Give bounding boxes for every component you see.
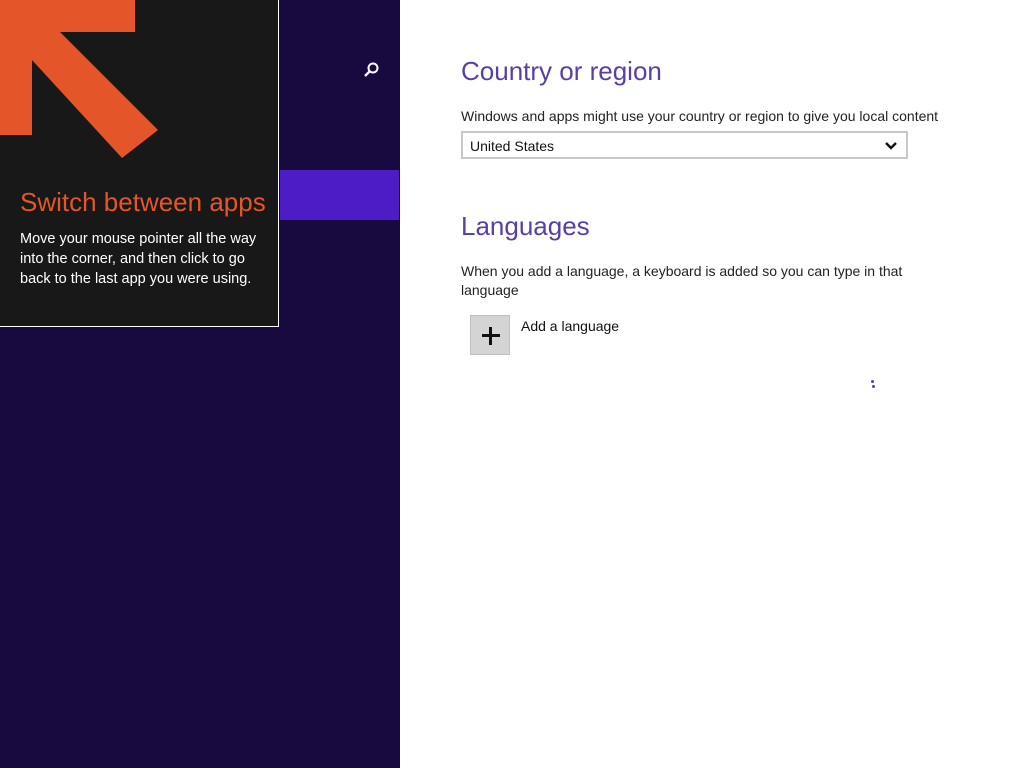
corner-arrow-icon bbox=[0, 0, 158, 158]
loading-spinner bbox=[870, 378, 876, 392]
languages-description: When you add a language, a keyboard is a… bbox=[461, 263, 903, 298]
country-region-dropdown[interactable]: United States bbox=[461, 131, 908, 159]
add-language-label[interactable]: Add a language bbox=[521, 318, 619, 334]
switch-apps-tip: Switch between apps Move your mouse poin… bbox=[0, 0, 279, 327]
chevron-down-icon bbox=[885, 142, 897, 150]
country-region-selected: United States bbox=[470, 138, 555, 154]
country-region-title: Country or region bbox=[461, 56, 662, 86]
languages-title: Languages bbox=[461, 211, 590, 241]
add-language-button[interactable] bbox=[470, 315, 510, 355]
tip-body: Move your mouse pointer all the way into… bbox=[20, 231, 257, 287]
tip-title: Switch between apps bbox=[20, 187, 266, 217]
country-region-description: Windows and apps might use your country … bbox=[461, 108, 939, 124]
search-icon[interactable] bbox=[362, 60, 382, 80]
selected-nav-item[interactable] bbox=[280, 170, 399, 220]
settings-pane: Country or region Windows and apps might… bbox=[400, 0, 1024, 768]
